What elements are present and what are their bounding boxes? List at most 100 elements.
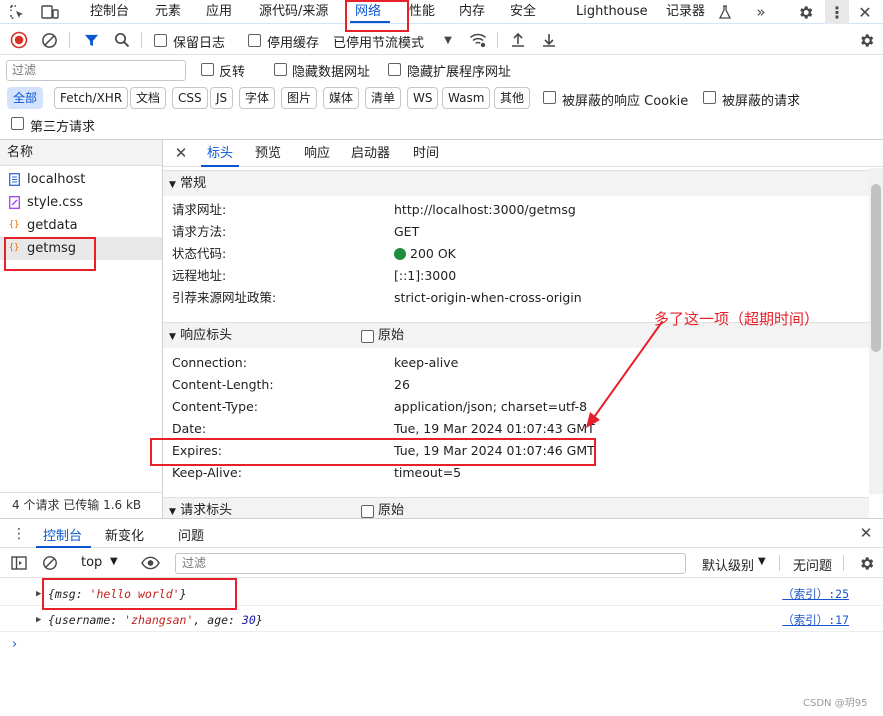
- inspect-element-icon[interactable]: [8, 3, 26, 21]
- expand-triangle-icon[interactable]: ▶: [36, 582, 41, 606]
- tab-security[interactable]: 安全: [510, 0, 536, 24]
- close-drawer-icon[interactable]: ✕: [858, 524, 874, 542]
- chevron-down-icon[interactable]: ▼: [110, 556, 118, 567]
- network-filter-input[interactable]: 过滤: [6, 60, 186, 81]
- raw-checkbox[interactable]: [361, 330, 374, 343]
- tab-performance[interactable]: 性能: [409, 0, 435, 24]
- chip-other[interactable]: 其他: [494, 87, 531, 109]
- tab-application[interactable]: 应用: [206, 0, 232, 24]
- chip-font[interactable]: 字体: [239, 87, 276, 109]
- request-row-getdata[interactable]: {} getdata: [0, 214, 162, 237]
- sidebar-toggle-icon[interactable]: [10, 554, 28, 572]
- disable-cache-checkbox[interactable]: [248, 34, 261, 47]
- tab-recorder[interactable]: 记录器: [666, 0, 705, 24]
- request-detail-tabs: ✕ 标头 预览 响应 启动器 时间: [163, 139, 883, 167]
- tab-timing[interactable]: 时间: [413, 140, 439, 167]
- tab-headers[interactable]: 标头: [207, 140, 233, 167]
- triangle-down-icon: ▼: [169, 332, 176, 342]
- tab-sources[interactable]: 源代码/来源: [259, 0, 328, 24]
- triangle-down-icon: ▼: [169, 507, 176, 517]
- expand-triangle-icon[interactable]: ▶: [36, 608, 41, 632]
- chip-css[interactable]: CSS: [172, 87, 208, 109]
- log-levels-select[interactable]: 默认级别: [702, 555, 754, 574]
- toolbar-divider: [843, 555, 844, 571]
- annotation-box-getmsg: [4, 237, 96, 271]
- export-har-download-icon[interactable]: [540, 31, 558, 49]
- issues-counter[interactable]: 无问题: [793, 555, 832, 574]
- tab-preview[interactable]: 预览: [255, 140, 281, 167]
- settings-gear-icon[interactable]: [796, 3, 814, 21]
- console-filter-input[interactable]: 过滤: [175, 553, 686, 574]
- header-row: 引荐来源网址政策: strict-origin-when-cross-origin: [172, 290, 582, 305]
- chip-fetch-xhr[interactable]: Fetch/XHR: [54, 87, 129, 109]
- chip-manifest[interactable]: 清单: [365, 87, 402, 109]
- console-message[interactable]: ▶ {username: 'zhangsan', age: 30} （索引）:1…: [0, 608, 883, 632]
- filter-funnel-icon[interactable]: [82, 31, 100, 49]
- hide-extension-urls-checkbox[interactable]: [388, 63, 401, 76]
- chevron-down-icon[interactable]: ▼: [758, 556, 766, 567]
- preserve-log-checkbox[interactable]: [154, 34, 167, 47]
- chip-media[interactable]: 媒体: [323, 87, 360, 109]
- record-stop-icon[interactable]: [10, 31, 28, 49]
- chip-js[interactable]: JS: [210, 87, 234, 109]
- network-conditions-wifi-icon[interactable]: [468, 31, 488, 49]
- general-section-header[interactable]: ▼ 常规: [163, 170, 869, 196]
- tab-initiator[interactable]: 启动器: [351, 140, 390, 167]
- chip-wasm[interactable]: Wasm: [442, 87, 491, 109]
- triangle-down-icon: ▼: [169, 180, 176, 190]
- live-expression-eye-icon[interactable]: [140, 554, 160, 572]
- tab-memory[interactable]: 内存: [459, 0, 485, 24]
- tab-response[interactable]: 响应: [304, 140, 330, 167]
- chevron-down-icon[interactable]: ▼: [441, 32, 455, 48]
- tab-elements[interactable]: 元素: [155, 0, 181, 24]
- clear-icon[interactable]: [40, 31, 58, 49]
- blocked-cookies-checkbox[interactable]: [543, 91, 556, 104]
- import-har-upload-icon[interactable]: [509, 31, 527, 49]
- request-row-style-css[interactable]: style.css: [0, 191, 162, 214]
- recorder-flask-icon: [718, 4, 732, 20]
- header-row: Content-Length: 26: [172, 377, 410, 392]
- raw-checkbox[interactable]: [361, 505, 374, 518]
- clear-console-icon[interactable]: [41, 554, 59, 572]
- chip-ws[interactable]: WS: [407, 87, 439, 109]
- name-column-header[interactable]: 名称: [0, 139, 162, 166]
- annotation-arrow-icon: [586, 321, 663, 428]
- invert-checkbox[interactable]: [201, 63, 214, 76]
- request-headers-section-header[interactable]: ▼ 请求标头 原始: [163, 497, 869, 518]
- network-toolbar: 保留日志 停用缓存 已停用节流模式 ▼: [0, 25, 883, 55]
- raw-label: 原始: [378, 328, 405, 343]
- console-settings-gear-icon[interactable]: [856, 553, 876, 573]
- console-prompt-chevron-icon[interactable]: ›: [12, 637, 17, 652]
- chip-img[interactable]: 图片: [281, 87, 318, 109]
- detail-scroll-thumb[interactable]: [871, 184, 881, 352]
- drawer-tab-issues[interactable]: 问题: [178, 525, 204, 544]
- annotation-box-console-msg: [42, 578, 237, 610]
- header-row: Content-Type: application/json; charset=u…: [172, 399, 588, 414]
- search-icon[interactable]: [113, 31, 131, 49]
- tab-console[interactable]: 控制台: [90, 0, 129, 24]
- third-party-checkbox[interactable]: [11, 117, 24, 130]
- context-selector[interactable]: top: [81, 555, 102, 570]
- network-settings-gear-icon[interactable]: [856, 30, 876, 50]
- blocked-requests-checkbox[interactable]: [703, 91, 716, 104]
- chip-all[interactable]: 全部: [7, 87, 44, 109]
- header-row: 请求方法: GET: [172, 224, 420, 239]
- throttling-select[interactable]: 已停用节流模式: [333, 32, 424, 51]
- hide-data-urls-checkbox[interactable]: [274, 63, 287, 76]
- stylesheet-icon: [8, 196, 20, 209]
- request-row-localhost[interactable]: localhost: [0, 168, 162, 191]
- kebab-menu-icon[interactable]: ⋮: [828, 3, 846, 22]
- console-source-link[interactable]: （索引）:25: [782, 582, 849, 606]
- close-devtools-icon[interactable]: ✕: [856, 3, 874, 22]
- device-toolbar-icon[interactable]: [40, 3, 60, 21]
- document-icon: [8, 173, 20, 186]
- chip-doc[interactable]: 文档: [130, 87, 167, 109]
- drawer-tab-changes[interactable]: 新变化: [105, 525, 144, 544]
- devtools-top-tabbar: 控制台 元素 应用 源代码/来源 网络 性能 内存 安全 Lighthouse …: [0, 0, 883, 24]
- drawer-more-kebab-icon[interactable]: ⋮: [12, 526, 26, 542]
- more-tabs-chevron-icon[interactable]: »: [752, 3, 770, 21]
- drawer-tab-console[interactable]: 控制台: [43, 525, 82, 544]
- console-source-link[interactable]: （索引）:17: [782, 608, 849, 632]
- close-detail-icon[interactable]: ✕: [173, 140, 189, 167]
- tab-lighthouse[interactable]: Lighthouse: [576, 0, 648, 24]
